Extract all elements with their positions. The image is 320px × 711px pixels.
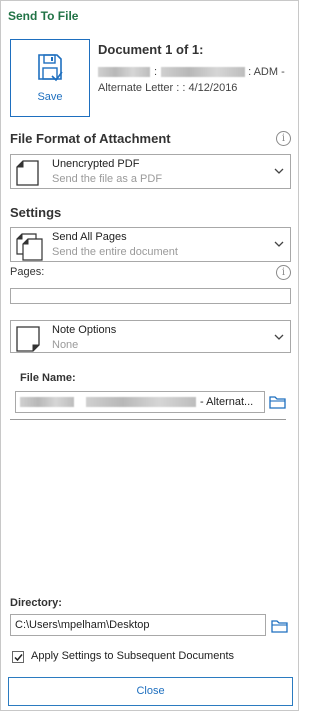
redacted-text: [161, 67, 246, 77]
redacted-text: [98, 67, 150, 77]
document-info-line-2: Alternate Letter : : 4/12/2016: [98, 82, 238, 94]
document-icon: [16, 160, 40, 191]
pages-input[interactable]: [10, 288, 291, 304]
file-name-input[interactable]: - Alternat...: [15, 391, 265, 413]
close-button[interactable]: Close: [8, 677, 293, 706]
save-button[interactable]: Save: [10, 39, 90, 117]
info-icon[interactable]: i: [276, 265, 291, 280]
browse-folder-icon[interactable]: [269, 395, 287, 414]
pages-label: Pages:: [10, 266, 45, 278]
chevron-down-icon: [274, 241, 284, 247]
redacted-text: [86, 397, 196, 407]
document-heading: Document 1 of 1:: [98, 42, 204, 57]
redacted-text: [20, 397, 74, 407]
chevron-down-icon: [274, 334, 284, 340]
checkmark-icon: [14, 654, 23, 662]
pages-option-dropdown[interactable]: Send All Pages Send the entire document: [10, 227, 291, 262]
note-options-dropdown[interactable]: Note Options None: [10, 320, 291, 353]
document-info-line-1: : : ADM -: [98, 66, 296, 78]
file-format-selected-desc: Send the file as a PDF: [52, 173, 163, 185]
divider: [10, 419, 286, 420]
note-icon: [16, 326, 40, 357]
info-icon[interactable]: i: [276, 131, 291, 146]
directory-label: Directory:: [10, 597, 62, 609]
file-name-label: File Name:: [20, 372, 76, 384]
pane-title: Send To File: [8, 9, 79, 23]
save-button-label: Save: [37, 91, 63, 103]
floppy-disk-icon: [36, 53, 64, 83]
settings-heading: Settings: [10, 205, 62, 220]
file-format-heading: File Format of Attachment: [10, 131, 171, 146]
pages-option-desc: Send the entire document: [52, 246, 178, 258]
file-format-selected-title: Unencrypted PDF: [52, 158, 140, 170]
note-options-desc: None: [52, 339, 79, 351]
directory-input[interactable]: C:\Users\mpelham\Desktop: [10, 614, 266, 636]
apply-settings-checkbox[interactable]: [12, 651, 24, 663]
separator-text: :: [154, 66, 158, 78]
note-options-title: Note Options: [52, 324, 117, 336]
apply-settings-label: Apply Settings to Subsequent Documents: [31, 650, 235, 662]
multiple-pages-icon: [16, 233, 44, 266]
document-info-suffix: : ADM -: [248, 66, 285, 78]
chevron-down-icon: [274, 168, 284, 174]
browse-folder-icon[interactable]: [271, 619, 289, 638]
send-to-file-pane: Send To File Save Document 1 of 1: : : A…: [0, 0, 299, 711]
pages-option-title: Send All Pages: [52, 231, 127, 243]
file-name-suffix: - Alternat...: [200, 396, 254, 408]
file-format-dropdown[interactable]: Unencrypted PDF Send the file as a PDF: [10, 154, 291, 189]
